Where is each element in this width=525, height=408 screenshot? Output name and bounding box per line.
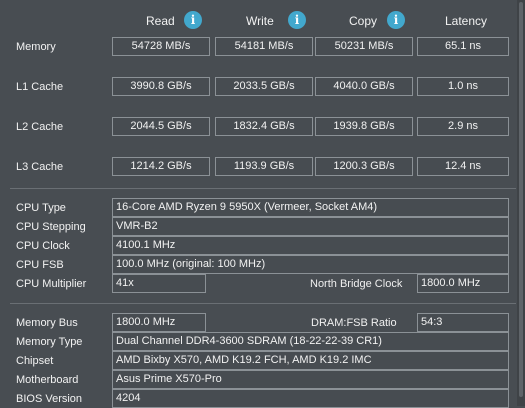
chipset-label: Chipset xyxy=(16,355,54,367)
motherboard-label: Motherboard xyxy=(16,374,79,386)
bios-version-label: BIOS Version xyxy=(16,393,83,405)
dram-fsb-ratio-value: 54:3 xyxy=(417,313,509,332)
cpu-type-label: CPU Type xyxy=(16,202,66,214)
read-value: 54728 MB/s xyxy=(112,37,210,56)
latency-value: 65.1 ns xyxy=(417,37,509,56)
write-value: 2033.5 GB/s xyxy=(215,77,313,96)
latency-value: 1.0 ns xyxy=(417,77,509,96)
copy-value: 50231 MB/s xyxy=(315,37,413,56)
memory-bus-value: 1800.0 MHz xyxy=(112,313,206,332)
cpu-fsb-value: 100.0 MHz (original: 100 MHz) xyxy=(112,255,509,274)
header-copy: Copy xyxy=(349,14,378,28)
row-label: L2 Cache xyxy=(16,121,64,133)
memory-type-value: Dual Channel DDR4-3600 SDRAM (18-22-22-3… xyxy=(112,332,509,351)
latency-value: 2.9 ns xyxy=(417,117,509,136)
cpu-multiplier-label: CPU Multiplier xyxy=(16,278,87,290)
chipset-value: AMD Bixby X570, AMD K19.2 FCH, AMD K19.2… xyxy=(112,351,509,370)
divider xyxy=(10,303,516,304)
write-value: 1193.9 GB/s xyxy=(215,157,313,176)
cpu-multiplier-value: 41x xyxy=(112,274,206,293)
copy-value: 1200.3 GB/s xyxy=(315,157,413,176)
cpu-type-value: 16-Core AMD Ryzen 9 5950X (Vermeer, Sock… xyxy=(112,198,509,217)
cpu-stepping-value: VMR-B2 xyxy=(112,217,509,236)
read-value: 1214.2 GB/s xyxy=(112,157,210,176)
cpu-stepping-label: CPU Stepping xyxy=(16,221,86,233)
bios-version-value: 4204 xyxy=(112,389,509,408)
north-bridge-clock-value: 1800.0 MHz xyxy=(417,274,509,293)
row-label: Memory xyxy=(16,41,56,53)
read-value: 2044.5 GB/s xyxy=(112,117,210,136)
scrollbar-thumb[interactable] xyxy=(519,2,523,397)
copy-value: 1939.8 GB/s xyxy=(315,117,413,136)
header-latency: Latency xyxy=(445,14,488,28)
read-info-icon[interactable]: i xyxy=(184,11,202,29)
cpu-fsb-label: CPU FSB xyxy=(16,259,64,271)
read-value: 3990.8 GB/s xyxy=(112,77,210,96)
header-read: Read xyxy=(146,14,175,28)
dram-fsb-ratio-label: DRAM:FSB Ratio xyxy=(311,317,397,329)
row-label: L1 Cache xyxy=(16,81,64,93)
cpu-clock-value: 4100.1 MHz xyxy=(112,236,509,255)
write-value: 1832.4 GB/s xyxy=(215,117,313,136)
cpu-clock-label: CPU Clock xyxy=(16,240,70,252)
latency-value: 12.4 ns xyxy=(417,157,509,176)
copy-info-icon[interactable]: i xyxy=(387,11,405,29)
memory-type-label: Memory Type xyxy=(16,336,83,348)
motherboard-value: Asus Prime X570-Pro xyxy=(112,370,509,389)
row-label: L3 Cache xyxy=(16,161,64,173)
write-info-icon[interactable]: i xyxy=(288,11,306,29)
header-write: Write xyxy=(246,14,274,28)
copy-value: 4040.0 GB/s xyxy=(315,77,413,96)
divider xyxy=(10,188,516,189)
memory-bus-label: Memory Bus xyxy=(16,317,78,329)
north-bridge-clock-label: North Bridge Clock xyxy=(310,278,403,290)
write-value: 54181 MB/s xyxy=(215,37,313,56)
